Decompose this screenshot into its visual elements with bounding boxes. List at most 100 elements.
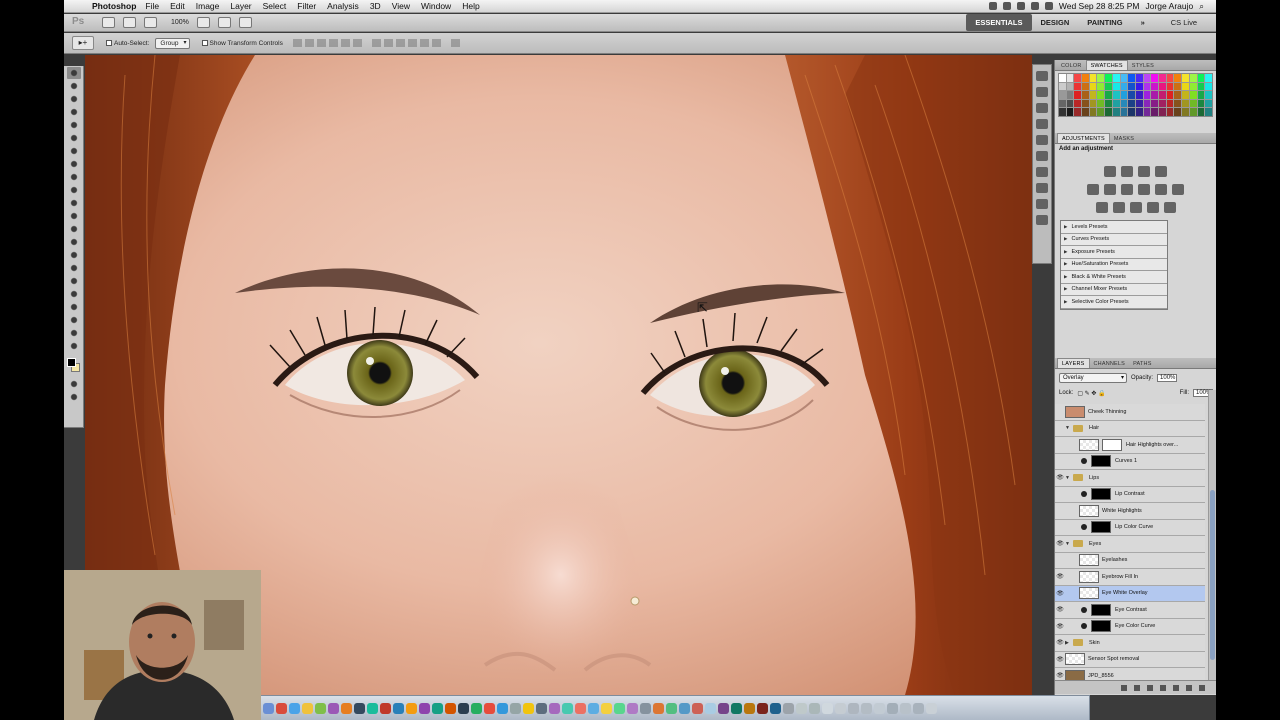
swatch[interactable]: [1143, 82, 1151, 91]
dock-app-icon[interactable]: [393, 702, 404, 714]
dock-app-icon[interactable]: [276, 702, 287, 714]
dock-app-icon[interactable]: [653, 702, 664, 714]
swatch[interactable]: [1205, 108, 1212, 116]
invert-icon[interactable]: [1095, 202, 1108, 213]
dock-app-icon[interactable]: [458, 702, 469, 714]
dock-app-icon[interactable]: [367, 702, 378, 714]
swatch[interactable]: [1128, 91, 1135, 99]
fx-icon[interactable]: [1134, 684, 1140, 691]
distribute-bottom-icon[interactable]: [395, 39, 405, 47]
screen-mode-icon[interactable]: [238, 17, 252, 28]
swatch[interactable]: [1066, 99, 1074, 108]
swatch[interactable]: [1082, 74, 1089, 82]
actions-panel-icon[interactable]: [1036, 87, 1048, 97]
new-adjustment-icon[interactable]: [1160, 684, 1166, 691]
swatch[interactable]: [1066, 91, 1074, 99]
swatch[interactable]: [1105, 99, 1112, 108]
expand-triangle-icon[interactable]: ▼: [1065, 541, 1073, 547]
swatch[interactable]: [1059, 74, 1066, 82]
view-extras-icon[interactable]: [144, 17, 157, 28]
menu-view[interactable]: View: [392, 1, 410, 11]
menu-image[interactable]: Image: [196, 1, 220, 11]
quick-mask-icon[interactable]: [67, 378, 81, 390]
brush-tool-icon[interactable]: [67, 158, 81, 170]
status-icon[interactable]: [988, 2, 997, 10]
swatch[interactable]: [1151, 99, 1159, 108]
menu-file[interactable]: File: [145, 1, 159, 11]
swatch[interactable]: [1143, 99, 1151, 108]
swatch[interactable]: [1120, 108, 1128, 116]
menu-edit[interactable]: Edit: [170, 1, 185, 11]
3d-rotate-tool-icon[interactable]: [67, 301, 81, 313]
dock-app-icon[interactable]: [497, 702, 508, 714]
visibility-icon[interactable]: 👁: [1055, 623, 1065, 630]
distribute-left-icon[interactable]: [407, 39, 417, 47]
status-icon[interactable]: [1016, 2, 1025, 10]
swatch[interactable]: [1105, 82, 1112, 91]
align-top-icon[interactable]: [292, 39, 302, 47]
status-icon[interactable]: [1002, 2, 1011, 10]
swatch[interactable]: [1089, 82, 1097, 91]
swatch[interactable]: [1135, 82, 1143, 91]
layer-row[interactable]: Lip Contrast: [1055, 486, 1205, 503]
swatch[interactable]: [1166, 91, 1174, 99]
swatch[interactable]: [1205, 99, 1212, 108]
zoom-tool-icon[interactable]: [67, 340, 81, 352]
quick-select-tool-icon[interactable]: [67, 106, 81, 118]
screen-mode-icon[interactable]: [67, 391, 81, 403]
move-tool-icon[interactable]: [67, 67, 81, 79]
dock-app-icon[interactable]: [718, 702, 729, 714]
swatch[interactable]: [1189, 108, 1197, 116]
tab-styles[interactable]: STYLES: [1128, 61, 1158, 70]
swatch[interactable]: [1135, 74, 1143, 82]
healing-brush-tool-icon[interactable]: [67, 145, 81, 157]
visibility-icon[interactable]: 👁: [1055, 590, 1065, 597]
hue-saturation-icon[interactable]: [1104, 184, 1116, 195]
workspace-essentials[interactable]: ESSENTIALS: [966, 14, 1032, 31]
vibrance-icon[interactable]: [1087, 184, 1099, 195]
eraser-tool-icon[interactable]: [67, 197, 81, 209]
brushes-panel-icon[interactable]: [1036, 151, 1048, 161]
swatch[interactable]: [1205, 82, 1212, 91]
dock-app-icon[interactable]: [627, 702, 638, 714]
auto-align-icon[interactable]: [450, 39, 460, 47]
visibility-icon[interactable]: 👁: [1055, 656, 1065, 663]
transform-controls-checkbox[interactable]: [201, 40, 208, 46]
dock-app-icon[interactable]: [536, 702, 547, 714]
dock-app-icon[interactable]: [510, 702, 521, 714]
opacity-input[interactable]: 100%: [1157, 374, 1178, 382]
trash-icon[interactable]: [1199, 684, 1205, 691]
app-menu[interactable]: Photoshop: [92, 1, 136, 11]
layer-row[interactable]: Cheek Thinning: [1055, 404, 1205, 421]
dock-app-icon[interactable]: [575, 702, 586, 714]
dock-app-icon[interactable]: [796, 702, 807, 714]
dock-app-icon[interactable]: [809, 702, 820, 714]
auto-select-checkbox[interactable]: [106, 40, 112, 46]
dock-app-icon[interactable]: [666, 702, 677, 714]
expand-triangle-icon[interactable]: ▶: [1065, 640, 1073, 646]
wifi-icon[interactable]: [1030, 2, 1039, 10]
visibility-icon[interactable]: 👁: [1055, 573, 1065, 580]
dock-app-icon[interactable]: [614, 702, 625, 714]
swatch[interactable]: [1120, 74, 1128, 82]
tab-layers[interactable]: LAYERS: [1057, 358, 1090, 368]
swatch[interactable]: [1097, 82, 1105, 91]
dock-app-icon[interactable]: [289, 702, 300, 714]
dock-app-icon[interactable]: [640, 702, 651, 714]
swatch[interactable]: [1197, 91, 1205, 99]
swatch[interactable]: [1205, 74, 1212, 82]
eyedropper-tool-icon[interactable]: [67, 132, 81, 144]
dock-app-icon[interactable]: [913, 702, 924, 714]
dock-app-icon[interactable]: [263, 702, 274, 714]
layer-row[interactable]: 👁 Eyebrow Fill In: [1055, 569, 1205, 586]
brightness-contrast-icon[interactable]: [1104, 166, 1116, 177]
swatch[interactable]: [1197, 82, 1205, 91]
swatch[interactable]: [1097, 108, 1105, 116]
swatch[interactable]: [1089, 99, 1097, 108]
dock-app-icon[interactable]: [679, 702, 690, 714]
layer-row[interactable]: 👁 Sensor Spot removal: [1055, 651, 1205, 668]
swatch[interactable]: [1197, 74, 1205, 82]
clock[interactable]: Wed Sep 28 8:25 PM: [1059, 1, 1140, 11]
dock-app-icon[interactable]: [549, 702, 560, 714]
swatch[interactable]: [1143, 74, 1151, 82]
